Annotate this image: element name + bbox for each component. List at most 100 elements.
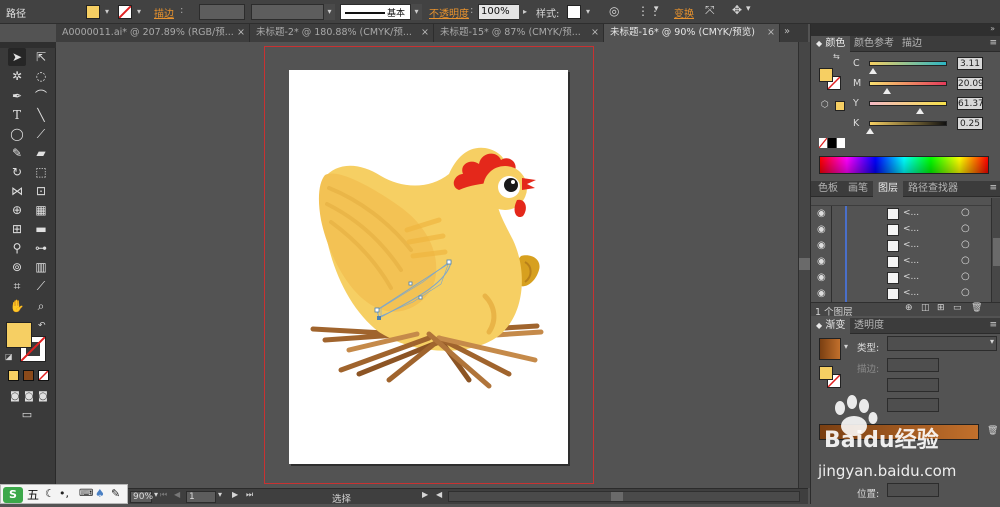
layer-row[interactable]: ◉ <... ○ bbox=[811, 222, 991, 239]
skin-icon[interactable]: ♠ bbox=[95, 487, 105, 500]
c-value[interactable]: 3.11 bbox=[957, 57, 983, 70]
transform-label[interactable]: 变换 bbox=[674, 5, 694, 20]
line-tool-icon[interactable]: ╲ bbox=[32, 106, 50, 124]
pen-tool-icon[interactable]: ✒ bbox=[8, 87, 26, 105]
magic-wand-icon[interactable]: ✲ bbox=[8, 67, 26, 85]
isolate-arrow-icon[interactable]: ▾ bbox=[746, 4, 751, 14]
brush-style-arrow-icon[interactable]: ▾ bbox=[410, 4, 422, 20]
direct-selection-tool-icon[interactable]: ⇱ bbox=[32, 48, 50, 66]
stroke-label[interactable]: 描边 bbox=[154, 5, 174, 20]
tab-transparency[interactable]: 透明度 bbox=[849, 318, 889, 334]
target-icon[interactable]: ○ bbox=[961, 255, 970, 266]
layers-scroll-thumb[interactable] bbox=[993, 238, 1000, 266]
ellipse-tool-icon[interactable]: ◯ bbox=[8, 125, 26, 143]
gradient-location-field[interactable] bbox=[887, 483, 939, 497]
visibility-eye-icon[interactable]: ◉ bbox=[817, 256, 826, 267]
layer-row[interactable]: ◉ <... ○ bbox=[811, 270, 991, 287]
punctuation-icon[interactable]: •, bbox=[59, 487, 69, 500]
locate-object-icon[interactable]: ⊕ bbox=[905, 303, 913, 313]
visibility-eye-icon[interactable]: ◉ bbox=[817, 272, 826, 283]
m-slider[interactable] bbox=[869, 81, 947, 86]
tab-swatches[interactable]: 色板 bbox=[813, 181, 843, 197]
layer-name[interactable]: <... bbox=[903, 240, 919, 250]
fill-color-box[interactable] bbox=[6, 322, 32, 348]
visibility-eye-icon[interactable]: ◉ bbox=[817, 224, 826, 235]
prev-page-icon[interactable]: ◀ bbox=[174, 490, 180, 499]
layer-name[interactable]: <... bbox=[903, 256, 919, 266]
delete-stop-icon[interactable]: 🗑 bbox=[987, 426, 998, 436]
paintbrush-icon[interactable]: ⟋ bbox=[32, 125, 50, 143]
scale-icon[interactable]: ⬚ bbox=[32, 163, 50, 181]
collapse-icon[interactable]: » bbox=[990, 24, 995, 33]
close-icon[interactable]: × bbox=[767, 24, 775, 42]
fill-dropdown-icon[interactable]: ▾ bbox=[101, 4, 113, 20]
page-field[interactable]: 1 bbox=[186, 491, 216, 503]
tab-gradient[interactable]: ◆ 渐变 bbox=[811, 318, 851, 334]
color-spectrum[interactable] bbox=[819, 156, 989, 174]
tools-wrench-icon[interactable]: ✎ bbox=[111, 487, 120, 500]
ime-mode-label[interactable]: 五 bbox=[27, 486, 39, 503]
gradient-type-dropdown[interactable]: ▾ bbox=[887, 336, 997, 351]
default-colors-icon[interactable]: ◪ bbox=[5, 352, 13, 361]
tab-brushes[interactable]: 画笔 bbox=[843, 181, 873, 197]
c-slider[interactable] bbox=[869, 61, 947, 66]
visibility-eye-icon[interactable]: ◉ bbox=[817, 288, 826, 299]
type-tool-icon[interactable]: T bbox=[8, 106, 26, 124]
blend-icon[interactable]: ⊶ bbox=[32, 239, 50, 257]
draw-inside-icon[interactable]: ◙ bbox=[34, 388, 52, 406]
style-arrow-icon[interactable]: ▾ bbox=[582, 4, 594, 20]
close-icon[interactable]: × bbox=[591, 24, 599, 42]
color-fill-swatch[interactable] bbox=[819, 68, 833, 82]
eraser-icon[interactable]: ▰ bbox=[32, 144, 50, 162]
layer-name[interactable]: <... bbox=[903, 288, 919, 298]
first-page-icon[interactable]: ⏮ bbox=[160, 490, 167, 500]
target-icon[interactable]: ○ bbox=[961, 271, 970, 282]
status-arrow-icon[interactable]: ▶ bbox=[422, 490, 428, 499]
visibility-eye-icon[interactable]: ◉ bbox=[817, 208, 826, 219]
color-mode-icon[interactable] bbox=[8, 370, 19, 381]
style-swatch[interactable] bbox=[567, 5, 581, 19]
tabs-overflow-icon[interactable]: » bbox=[784, 26, 790, 37]
y-value[interactable]: 61.37 bbox=[957, 97, 984, 110]
stroke-weight-field[interactable] bbox=[199, 4, 245, 20]
tab-doc-2[interactable]: 未标题-2* @ 180.88% (CMYK/预... × bbox=[250, 24, 434, 42]
tab-layers[interactable]: 图层 bbox=[873, 181, 903, 197]
transform-icon[interactable]: ⤧ bbox=[705, 3, 715, 18]
keyboard-icon[interactable]: ⌨ bbox=[79, 488, 93, 499]
stroke-swatch[interactable] bbox=[118, 5, 132, 19]
zoom-tool-icon[interactable]: ⌕ bbox=[32, 297, 50, 315]
target-icon[interactable]: ○ bbox=[961, 207, 970, 218]
lasso-icon[interactable]: ◌ bbox=[32, 67, 50, 85]
white-swatch[interactable] bbox=[837, 138, 845, 148]
hscroll-left-icon[interactable]: ◀ bbox=[436, 490, 442, 499]
layer-name[interactable]: <... bbox=[903, 208, 919, 218]
symbol-sprayer-icon[interactable]: ⊚ bbox=[8, 258, 26, 276]
k-slider[interactable] bbox=[869, 121, 947, 126]
swap-icon[interactable]: ⇆ bbox=[833, 52, 840, 61]
layer-row[interactable]: ◉ <... ○ bbox=[811, 254, 991, 271]
layer-row[interactable]: ◉ <... ○ bbox=[811, 238, 991, 255]
mesh-icon[interactable]: ⊞ bbox=[8, 220, 26, 238]
gradient-aspect-field[interactable] bbox=[887, 398, 939, 412]
ime-logo-icon[interactable]: S bbox=[3, 487, 23, 503]
variable-width-arrow-icon[interactable]: ▾ bbox=[323, 4, 335, 20]
gradient-slider-bar[interactable] bbox=[819, 424, 979, 440]
tab-doc-3[interactable]: 未标题-15* @ 87% (CMYK/预... × bbox=[434, 24, 604, 42]
gradient-stroke-field-1[interactable] bbox=[887, 358, 939, 372]
layer-row[interactable]: ◉ <... ○ bbox=[811, 206, 991, 223]
hand-tool-icon[interactable]: ✋ bbox=[8, 297, 26, 315]
pencil-icon[interactable]: ✎ bbox=[8, 144, 26, 162]
gradient-angle-field[interactable] bbox=[887, 378, 939, 392]
width-tool-icon[interactable]: ⋈ bbox=[8, 182, 26, 200]
close-icon[interactable]: × bbox=[421, 24, 429, 42]
new-sublayer-icon[interactable]: ⊞ bbox=[937, 303, 945, 313]
y-slider[interactable] bbox=[869, 101, 947, 106]
opacity-arrow-icon[interactable]: ▸ bbox=[519, 4, 531, 20]
gradient-fill-swatch[interactable] bbox=[819, 366, 833, 380]
zoom-field[interactable]: 90% bbox=[130, 491, 153, 503]
gamut-swatch[interactable] bbox=[835, 101, 845, 111]
tab-color[interactable]: ◆ 颜色 bbox=[811, 36, 851, 52]
tab-doc-4[interactable]: 未标题-16* @ 90% (CMYK/预览) × bbox=[604, 24, 780, 42]
c-slider-thumb[interactable] bbox=[869, 68, 877, 74]
selection-tool-icon[interactable]: ➤ bbox=[8, 48, 26, 66]
